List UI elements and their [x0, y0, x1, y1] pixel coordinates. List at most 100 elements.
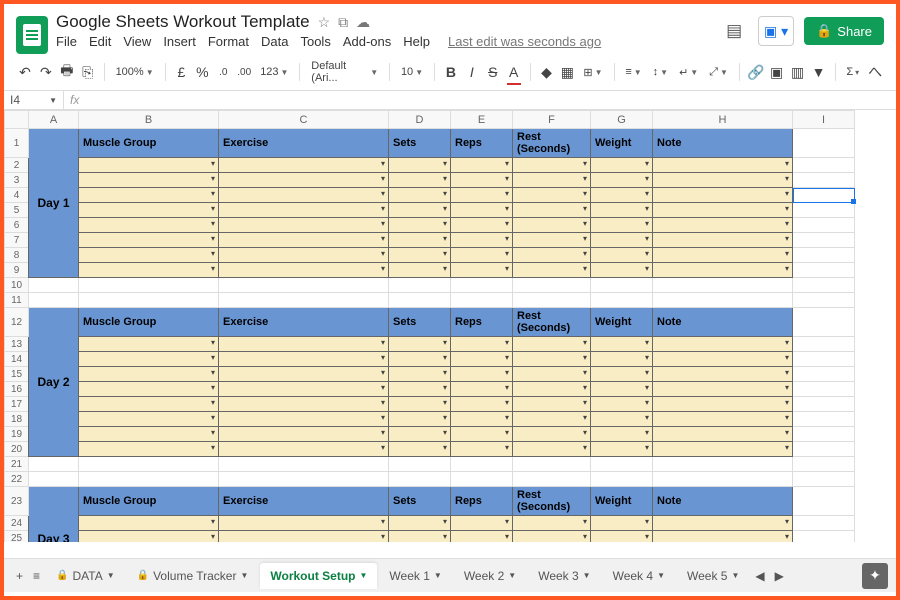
data-cell[interactable] [219, 263, 389, 278]
data-cell[interactable] [451, 397, 513, 412]
data-cell[interactable] [451, 233, 513, 248]
row-header[interactable]: 11 [5, 293, 29, 308]
cell[interactable] [793, 233, 855, 248]
cell[interactable] [79, 457, 219, 472]
data-cell[interactable] [79, 397, 219, 412]
data-cell[interactable] [513, 382, 591, 397]
strikethrough-icon[interactable]: S [484, 61, 502, 83]
row-header[interactable]: 13 [5, 337, 29, 352]
all-sheets-button[interactable]: ≡ [29, 563, 44, 589]
cell[interactable] [793, 158, 855, 173]
cell[interactable] [79, 472, 219, 487]
menu-edit[interactable]: Edit [89, 34, 111, 49]
percent-icon[interactable]: % [193, 61, 211, 83]
data-cell[interactable] [591, 248, 653, 263]
cell[interactable] [513, 293, 591, 308]
col-header-C[interactable]: C [219, 111, 389, 129]
data-cell[interactable] [653, 203, 793, 218]
data-cell[interactable] [389, 352, 451, 367]
col-header-A[interactable]: A [29, 111, 79, 129]
data-cell[interactable] [389, 263, 451, 278]
data-cell[interactable] [451, 218, 513, 233]
data-cell[interactable] [219, 218, 389, 233]
data-cell[interactable] [389, 367, 451, 382]
data-cell[interactable] [513, 173, 591, 188]
cell[interactable] [219, 293, 389, 308]
data-cell[interactable] [219, 173, 389, 188]
present-button[interactable]: ▣ ▾ [758, 16, 794, 46]
h-align-icon[interactable]: ≡▼ [621, 66, 645, 78]
cell[interactable] [389, 293, 451, 308]
link-icon[interactable]: 🔗 [747, 61, 765, 83]
data-cell[interactable] [513, 218, 591, 233]
data-cell[interactable] [513, 412, 591, 427]
data-cell[interactable] [79, 263, 219, 278]
row-header[interactable]: 10 [5, 278, 29, 293]
col-header-H[interactable]: H [653, 111, 793, 129]
row-header[interactable]: 17 [5, 397, 29, 412]
cell[interactable] [793, 188, 855, 203]
sheet-tab[interactable]: Week 3▼ [528, 563, 600, 589]
comment-icon[interactable]: ▣ [768, 61, 786, 83]
data-cell[interactable] [451, 203, 513, 218]
bold-icon[interactable]: B [442, 61, 460, 83]
explore-button[interactable]: ✦ [862, 563, 888, 589]
row-header[interactable]: 7 [5, 233, 29, 248]
comments-icon[interactable]: ▤ [720, 17, 748, 45]
data-cell[interactable] [513, 263, 591, 278]
data-cell[interactable] [79, 442, 219, 457]
data-cell[interactable] [451, 337, 513, 352]
functions-icon[interactable]: Σ▾ [842, 66, 863, 78]
menu-file[interactable]: File [56, 34, 77, 49]
row-header[interactable]: 8 [5, 248, 29, 263]
data-cell[interactable] [389, 442, 451, 457]
data-cell[interactable] [451, 367, 513, 382]
data-cell[interactable] [591, 531, 653, 543]
data-cell[interactable] [513, 188, 591, 203]
paint-format-icon[interactable]: ⎘ [79, 61, 97, 83]
data-cell[interactable] [389, 248, 451, 263]
row-header[interactable]: 21 [5, 457, 29, 472]
cell[interactable] [793, 412, 855, 427]
text-color-icon[interactable]: A [505, 61, 523, 83]
data-cell[interactable] [219, 158, 389, 173]
print-icon[interactable]: 🖶 [58, 61, 76, 83]
table-header-cell[interactable]: Weight [591, 308, 653, 337]
table-header-cell[interactable]: Weight [591, 129, 653, 158]
data-cell[interactable] [653, 442, 793, 457]
document-title[interactable]: Google Sheets Workout Template [56, 12, 310, 32]
last-edit-text[interactable]: Last edit was seconds ago [448, 34, 601, 49]
cell[interactable] [793, 263, 855, 278]
data-cell[interactable] [591, 367, 653, 382]
data-cell[interactable] [591, 203, 653, 218]
cell[interactable] [793, 352, 855, 367]
data-cell[interactable] [653, 233, 793, 248]
chart-icon[interactable]: ▥ [789, 61, 807, 83]
cell[interactable] [793, 173, 855, 188]
data-cell[interactable] [591, 337, 653, 352]
menu-tools[interactable]: Tools [300, 34, 330, 49]
table-header-cell[interactable]: Sets [389, 129, 451, 158]
data-cell[interactable] [513, 531, 591, 543]
cell[interactable] [793, 516, 855, 531]
data-cell[interactable] [389, 203, 451, 218]
row-header[interactable]: 3 [5, 173, 29, 188]
table-header-cell[interactable]: Muscle Group [79, 308, 219, 337]
col-header-D[interactable]: D [389, 111, 451, 129]
data-cell[interactable] [513, 427, 591, 442]
increase-decimal-icon[interactable]: .00 [235, 61, 253, 83]
row-header[interactable]: 16 [5, 382, 29, 397]
data-cell[interactable] [219, 516, 389, 531]
cell[interactable] [793, 129, 855, 158]
data-cell[interactable] [653, 531, 793, 543]
data-cell[interactable] [653, 412, 793, 427]
borders-icon[interactable]: ▦ [558, 61, 576, 83]
data-cell[interactable] [389, 427, 451, 442]
data-cell[interactable] [653, 158, 793, 173]
cell[interactable] [793, 278, 855, 293]
col-header-E[interactable]: E [451, 111, 513, 129]
data-cell[interactable] [513, 516, 591, 531]
data-cell[interactable] [219, 337, 389, 352]
cell[interactable] [793, 248, 855, 263]
row-header[interactable]: 19 [5, 427, 29, 442]
